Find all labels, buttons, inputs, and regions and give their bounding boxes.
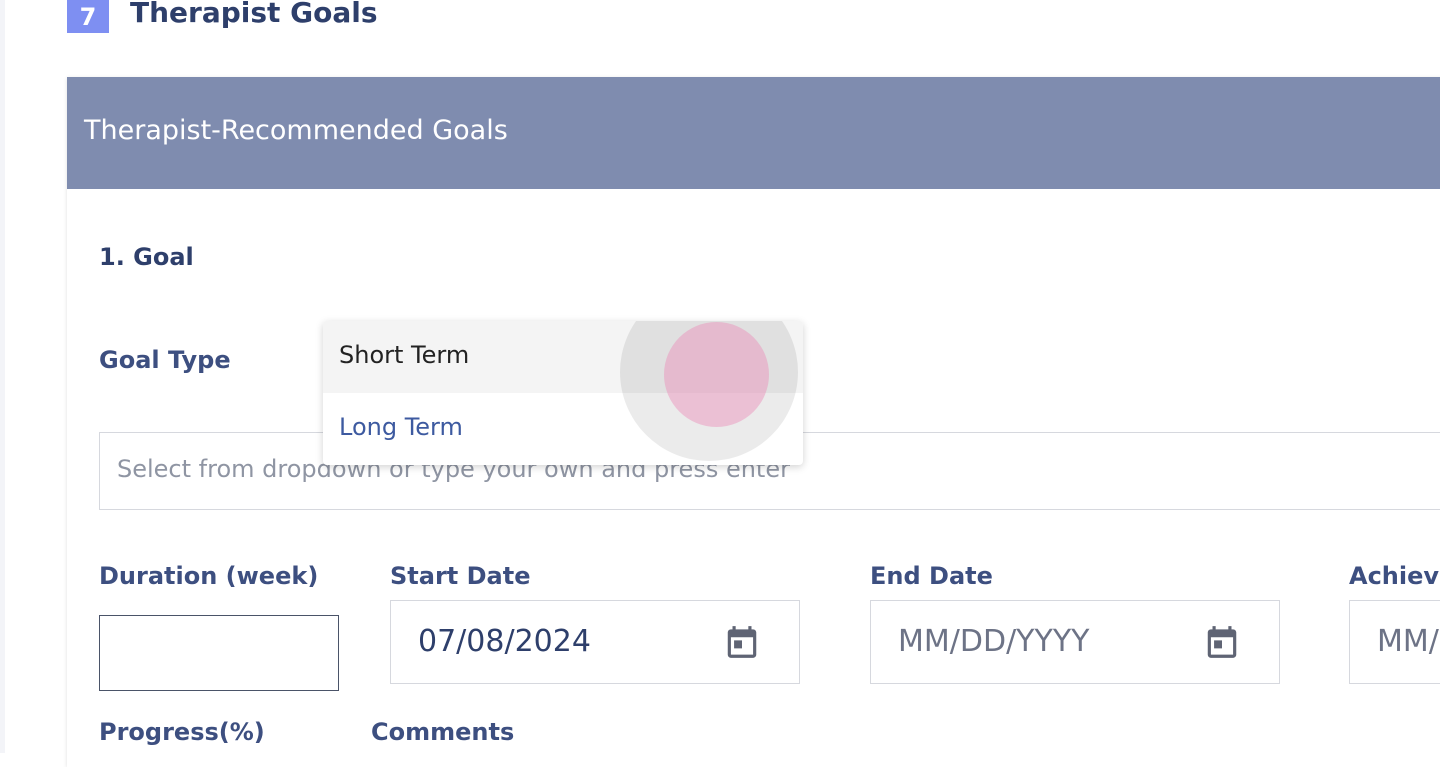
- duration-input[interactable]: [99, 615, 339, 691]
- goal-heading: 1. Goal: [99, 243, 194, 271]
- card-header-title: Therapist-Recommended Goals: [84, 115, 508, 146]
- duration-label: Duration (week): [99, 562, 319, 590]
- cursor-indicator: [664, 322, 769, 427]
- start-date-value: 07/08/2024: [418, 624, 591, 659]
- comments-label: Comments: [371, 718, 515, 746]
- section-number: 7: [79, 2, 97, 31]
- section-title: Therapist Goals: [130, 0, 378, 29]
- achieved-date-label: Achiev: [1349, 562, 1440, 590]
- end-date-field[interactable]: MM/DD/YYYY: [870, 600, 1280, 684]
- page-left-edge: [0, 0, 5, 753]
- calendar-icon[interactable]: [1203, 621, 1241, 663]
- option-short-term-label: Short Term: [339, 341, 470, 369]
- progress-label: Progress(%): [99, 718, 265, 746]
- calendar-icon[interactable]: [723, 621, 761, 663]
- end-date-label: End Date: [870, 562, 993, 590]
- section-number-badge: 7: [67, 0, 109, 33]
- achieved-date-placeholder: MM/: [1377, 624, 1439, 659]
- option-long-term-label: Long Term: [339, 413, 463, 441]
- start-date-field[interactable]: 07/08/2024: [390, 600, 800, 684]
- achieved-date-field[interactable]: MM/: [1349, 600, 1440, 684]
- card-header: Therapist-Recommended Goals: [67, 77, 1440, 189]
- start-date-label: Start Date: [390, 562, 531, 590]
- end-date-placeholder: MM/DD/YYYY: [898, 624, 1090, 659]
- goal-type-label: Goal Type: [99, 346, 231, 374]
